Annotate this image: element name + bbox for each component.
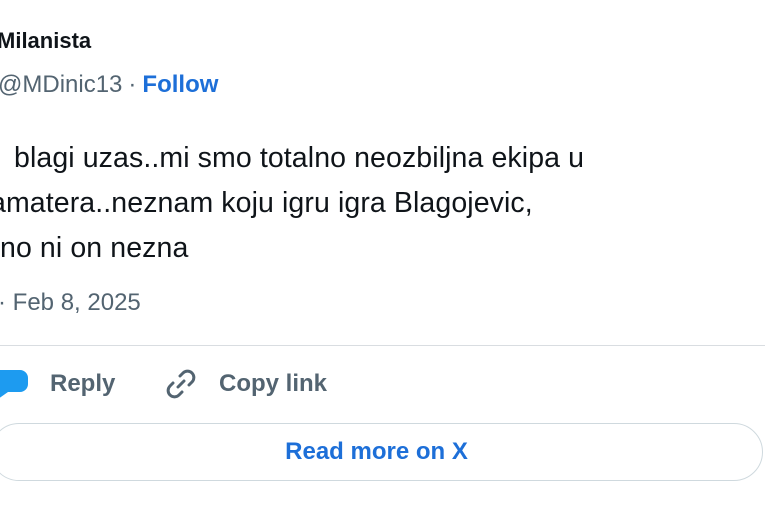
- tweet-text-line-3: tno ni on nezna: [0, 232, 189, 264]
- tweet-date[interactable]: Feb 8, 2025: [13, 289, 141, 316]
- tweet-text-line-2: amatera..neznam koju igru igra Blagojevi…: [0, 187, 533, 219]
- author-handle[interactable]: @MDinic13: [0, 71, 122, 98]
- reply-button[interactable]: Reply: [50, 370, 115, 398]
- tweet-text-line-1: blagi uzas..mi smo totalno neozbiljna ek…: [14, 142, 585, 174]
- author-handle-row: @MDinic13 · Follow: [0, 71, 218, 99]
- follow-button[interactable]: Follow: [142, 71, 218, 98]
- link-icon[interactable]: [163, 366, 199, 402]
- author-name[interactable]: Milanista: [0, 28, 91, 54]
- divider: [0, 345, 765, 346]
- separator-dot: ·: [128, 71, 137, 98]
- read-more-button[interactable]: Read more on X: [0, 423, 763, 481]
- tweet-date-row: · Feb 8, 2025: [0, 289, 141, 317]
- reply-bubble-icon[interactable]: [0, 368, 28, 400]
- date-dot: ·: [0, 289, 6, 316]
- copy-link-button[interactable]: Copy link: [219, 370, 327, 398]
- action-bar: Reply Copy link: [0, 360, 765, 408]
